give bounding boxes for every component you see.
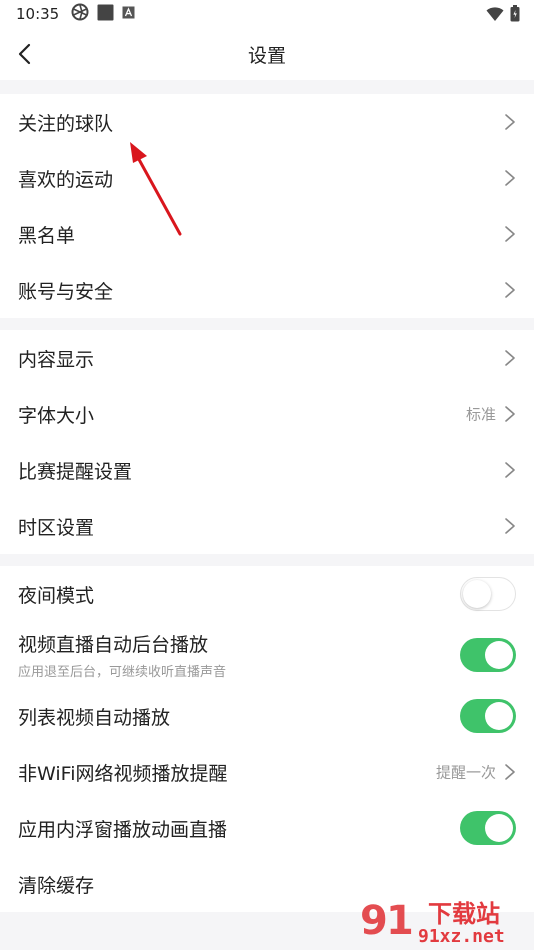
row-label: 视频直播自动后台播放 bbox=[18, 634, 209, 656]
row-label: 内容显示 bbox=[18, 348, 95, 371]
row-blacklist[interactable]: 黑名单 bbox=[0, 206, 534, 262]
row-followed-teams[interactable]: 关注的球队 bbox=[0, 94, 534, 150]
watermark: 9 1 下载站 91xz.net bbox=[356, 890, 534, 950]
aperture-icon bbox=[71, 3, 89, 25]
row-label: 关注的球队 bbox=[18, 112, 114, 135]
row-favorite-sports[interactable]: 喜欢的运动 bbox=[0, 150, 534, 206]
row-nonwifi-reminder[interactable]: 非WiFi网络视频播放提醒 提醒一次 bbox=[0, 744, 534, 800]
chevron-left-icon bbox=[18, 43, 31, 65]
status-bar: 10:35 bbox=[0, 0, 534, 28]
row-label: 非WiFi网络视频播放提醒 bbox=[18, 762, 228, 785]
settings-group-account: 关注的球队 喜欢的运动 黑名单 账号与安全 bbox=[0, 94, 534, 318]
row-label: 黑名单 bbox=[18, 224, 76, 247]
chevron-right-icon bbox=[505, 350, 515, 366]
status-time: 10:35 bbox=[16, 5, 60, 23]
svg-text:9: 9 bbox=[360, 898, 388, 944]
row-label: 夜间模式 bbox=[18, 584, 95, 607]
row-label: 比赛提醒设置 bbox=[18, 460, 133, 483]
night-mode-toggle[interactable] bbox=[460, 577, 516, 611]
list-autoplay-toggle[interactable] bbox=[460, 699, 516, 733]
toggle-knob bbox=[463, 580, 491, 608]
row-font-size[interactable]: 字体大小 标准 bbox=[0, 386, 534, 442]
row-background-play[interactable]: 视频直播自动后台播放 应用退至后台，可继续收听直播声音 bbox=[0, 622, 534, 688]
row-account-security[interactable]: 账号与安全 bbox=[0, 262, 534, 318]
top-bar: 设置 bbox=[0, 28, 534, 80]
row-list-autoplay[interactable]: 列表视频自动播放 bbox=[0, 688, 534, 744]
row-label: 喜欢的运动 bbox=[18, 168, 114, 191]
row-match-reminder[interactable]: 比赛提醒设置 bbox=[0, 442, 534, 498]
toggle-knob bbox=[485, 641, 513, 669]
status-right bbox=[486, 5, 520, 26]
chevron-right-icon bbox=[505, 764, 515, 780]
row-label: 账号与安全 bbox=[18, 280, 114, 303]
chevron-right-icon bbox=[505, 226, 515, 242]
row-floating-window[interactable]: 应用内浮窗播放动画直播 bbox=[0, 800, 534, 856]
square-icon bbox=[97, 4, 114, 25]
wifi-icon bbox=[486, 6, 504, 26]
font-size-value: 标准 bbox=[465, 405, 496, 424]
settings-group-display: 内容显示 字体大小 标准 比赛提醒设置 时区设置 bbox=[0, 330, 534, 554]
chevron-right-icon bbox=[505, 282, 515, 298]
chevron-right-icon bbox=[505, 114, 515, 130]
chevron-right-icon bbox=[505, 518, 515, 534]
svg-text:1: 1 bbox=[386, 898, 414, 944]
page-title: 设置 bbox=[247, 44, 286, 67]
row-label: 清除缓存 bbox=[18, 874, 95, 897]
row-night-mode[interactable]: 夜间模式 bbox=[0, 566, 534, 622]
row-label: 时区设置 bbox=[18, 516, 95, 539]
chevron-right-icon bbox=[505, 462, 515, 478]
row-content-display[interactable]: 内容显示 bbox=[0, 330, 534, 386]
row-label: 应用内浮窗播放动画直播 bbox=[18, 818, 228, 841]
back-button[interactable] bbox=[10, 40, 38, 68]
chevron-right-icon bbox=[505, 406, 515, 422]
nonwifi-reminder-value: 提醒一次 bbox=[435, 763, 496, 782]
a-badge-icon bbox=[122, 5, 135, 23]
background-play-toggle[interactable] bbox=[460, 638, 516, 672]
toggle-knob bbox=[485, 814, 513, 842]
row-sublabel: 应用退至后台，可继续收听直播声音 bbox=[18, 665, 227, 680]
row-label: 字体大小 bbox=[18, 404, 95, 427]
row-label: 列表视频自动播放 bbox=[18, 706, 171, 729]
battery-icon bbox=[510, 5, 520, 26]
row-timezone[interactable]: 时区设置 bbox=[0, 498, 534, 554]
watermark-domain: 91xz.net bbox=[418, 926, 505, 947]
toggle-knob bbox=[485, 702, 513, 730]
floating-window-toggle[interactable] bbox=[460, 811, 516, 845]
chevron-right-icon bbox=[505, 170, 515, 186]
watermark-brand: 下载站 bbox=[428, 900, 500, 928]
settings-group-playback: 夜间模式 视频直播自动后台播放 应用退至后台，可继续收听直播声音 列表视频自动播… bbox=[0, 566, 534, 912]
